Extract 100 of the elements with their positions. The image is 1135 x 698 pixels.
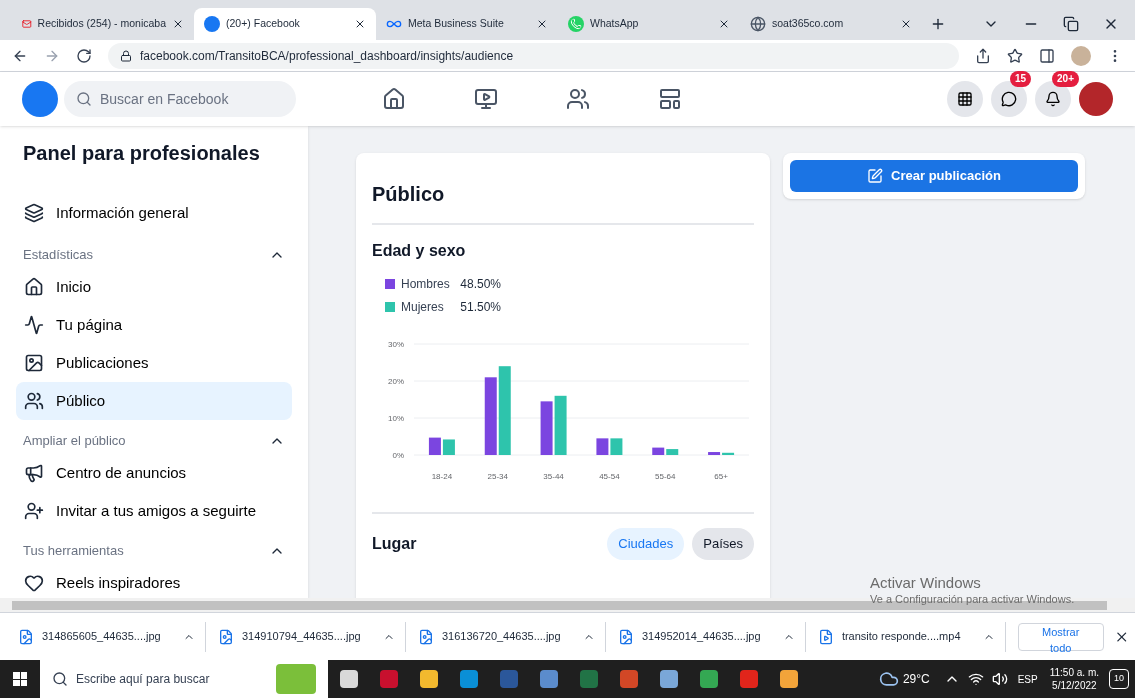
taskbar-app-icon[interactable] — [700, 670, 718, 688]
chat-icon — [1001, 91, 1017, 107]
people-icon — [24, 501, 44, 521]
star-icon[interactable] — [1007, 47, 1023, 64]
taskbar-app-icon[interactable] — [740, 670, 758, 688]
facebook-logo-icon[interactable] — [22, 81, 58, 117]
browser-tab[interactable]: WhatsApp — [558, 8, 740, 40]
image-file-icon — [217, 628, 234, 645]
taskbar-app-icon[interactable] — [620, 670, 638, 688]
heart-icon — [24, 573, 44, 593]
axis-label: 30% — [388, 340, 404, 349]
close-icon[interactable] — [172, 18, 184, 30]
search-field[interactable]: Buscar en Facebook — [64, 81, 296, 117]
section-title: Edad y sexo — [372, 241, 467, 261]
activation-text: Ve a Configuración para activar Windows. — [870, 592, 1075, 606]
sidebar-item[interactable]: Tu página — [16, 306, 292, 344]
filter-tab[interactable]: Ciudades — [607, 528, 685, 560]
url-text: facebook.com/TransitoBCA/professional_dashboard/insights/audience — [140, 47, 514, 65]
file-name: 314865605_44635....jpg — [42, 629, 162, 645]
tab-title: soat365co.com — [772, 16, 845, 32]
show-all-button[interactable]: Mostrar todo — [1017, 622, 1104, 651]
axis-label: 55-64 — [655, 472, 676, 481]
file-name: 314952014_44635....jpg — [641, 629, 762, 645]
volume-icon[interactable] — [991, 671, 1008, 687]
video-file-icon — [817, 628, 834, 645]
axis-label: 0% — [392, 451, 404, 460]
taskbar-app-icon[interactable] — [420, 670, 438, 688]
notifications-button[interactable] — [1035, 81, 1071, 117]
sidebar-item[interactable]: Reels inspiradores — [16, 564, 292, 598]
sidebar-item[interactable]: Inicio — [16, 268, 292, 306]
browser-tab[interactable]: soat365co.com — [740, 8, 922, 40]
sidebar-item[interactable]: Publicaciones — [16, 344, 292, 382]
url-field[interactable]: facebook.com/TransitoBCA/professional_dashboard/insights/audience — [108, 42, 959, 69]
bar — [610, 438, 623, 455]
image-file-icon — [617, 628, 634, 645]
close-icon[interactable] — [354, 18, 366, 30]
axis-label: 10% — [388, 414, 404, 423]
edit-icon — [867, 168, 884, 184]
tab-title: (20+) Facebook — [226, 16, 301, 32]
side-panel-icon[interactable] — [1039, 47, 1055, 64]
reload-icon[interactable] — [76, 47, 92, 64]
taskbar-app-icon[interactable] — [340, 670, 358, 688]
sidebar-item[interactable]: Centro de anuncios — [16, 454, 292, 492]
trend-icon — [24, 315, 44, 335]
section-header[interactable]: Ampliar el público — [16, 428, 292, 454]
section-header[interactable]: Estadísticas — [16, 242, 292, 268]
wifi-icon[interactable] — [967, 671, 984, 687]
groups-icon[interactable] — [565, 87, 590, 111]
download-item[interactable]: 314865605_44635....jpg — [18, 621, 206, 652]
badge: 15 — [1009, 71, 1031, 87]
tab-title: Recibidos (254) - monicaba — [37, 16, 166, 32]
taskbar-search-field[interactable]: Escribe aquí para buscar — [40, 660, 328, 698]
close-icon[interactable] — [536, 18, 548, 30]
axis-label: 35-44 — [543, 472, 564, 481]
home-icon[interactable] — [381, 87, 406, 111]
bar — [428, 437, 441, 455]
sidebar-item[interactable]: Invitar a tus amigos a seguirte — [16, 492, 292, 530]
taskbar-app-icon[interactable] — [660, 670, 678, 688]
lock-icon — [120, 49, 132, 62]
file-name: 314910794_44635....jpg — [241, 629, 362, 645]
menu-button[interactable] — [947, 81, 983, 117]
search-placeholder: Escribe aquí para buscar — [76, 671, 211, 688]
bar — [540, 401, 553, 455]
share-icon[interactable] — [975, 47, 991, 64]
browser-tab[interactable]: Recibidos (254) - monicaba — [12, 8, 194, 40]
sidebar-item[interactable]: Información general — [16, 194, 292, 232]
section-header[interactable]: Tus herramientas — [16, 538, 292, 564]
close-icon[interactable] — [718, 18, 730, 30]
sidebar-item[interactable]: Público — [16, 382, 292, 420]
browser-tab[interactable]: Meta Business Suite — [376, 8, 558, 40]
notifications-badge[interactable]: 10 — [1109, 669, 1129, 689]
browser-tab[interactable]: (20+) Facebook — [194, 8, 376, 40]
messenger-button[interactable] — [991, 81, 1027, 117]
badge: 20+ — [1052, 71, 1079, 87]
download-item[interactable]: 314910794_44635....jpg — [217, 621, 406, 652]
download-item[interactable]: 316136720_44635....jpg — [417, 621, 606, 652]
axis-label: 25-34 — [487, 472, 508, 481]
language-indicator[interactable]: ESP — [1017, 671, 1038, 687]
new-tab-icon[interactable] — [930, 16, 946, 32]
image-file-icon — [417, 628, 434, 645]
sidebar-title: Panel para profesionales — [22, 141, 261, 166]
bell-icon — [1045, 91, 1061, 107]
card-title: Público — [372, 179, 754, 225]
download-item[interactable]: transito responde....mp4 — [817, 621, 1006, 652]
clock-time: 11:50 a. m. — [1049, 666, 1099, 679]
video-icon[interactable] — [473, 87, 498, 111]
file-name: 316136720_44635....jpg — [441, 629, 562, 645]
create-post-button[interactable]: Crear publicación — [790, 160, 1078, 192]
search-icon — [76, 91, 92, 107]
search-icon — [52, 671, 68, 687]
filter-tab[interactable]: Países — [692, 528, 754, 560]
close-icon[interactable] — [900, 18, 912, 30]
profile-avatar[interactable] — [1079, 82, 1113, 116]
axis-label: 45-54 — [599, 472, 620, 481]
taskbar-app-icon[interactable] — [540, 670, 558, 688]
taskbar-app-icon[interactable] — [780, 670, 798, 688]
taskbar-app-icon[interactable] — [460, 670, 478, 688]
download-item[interactable]: 314952014_44635....jpg — [617, 621, 806, 652]
restore-icon[interactable] — [1063, 16, 1079, 32]
home-icon — [24, 277, 44, 297]
